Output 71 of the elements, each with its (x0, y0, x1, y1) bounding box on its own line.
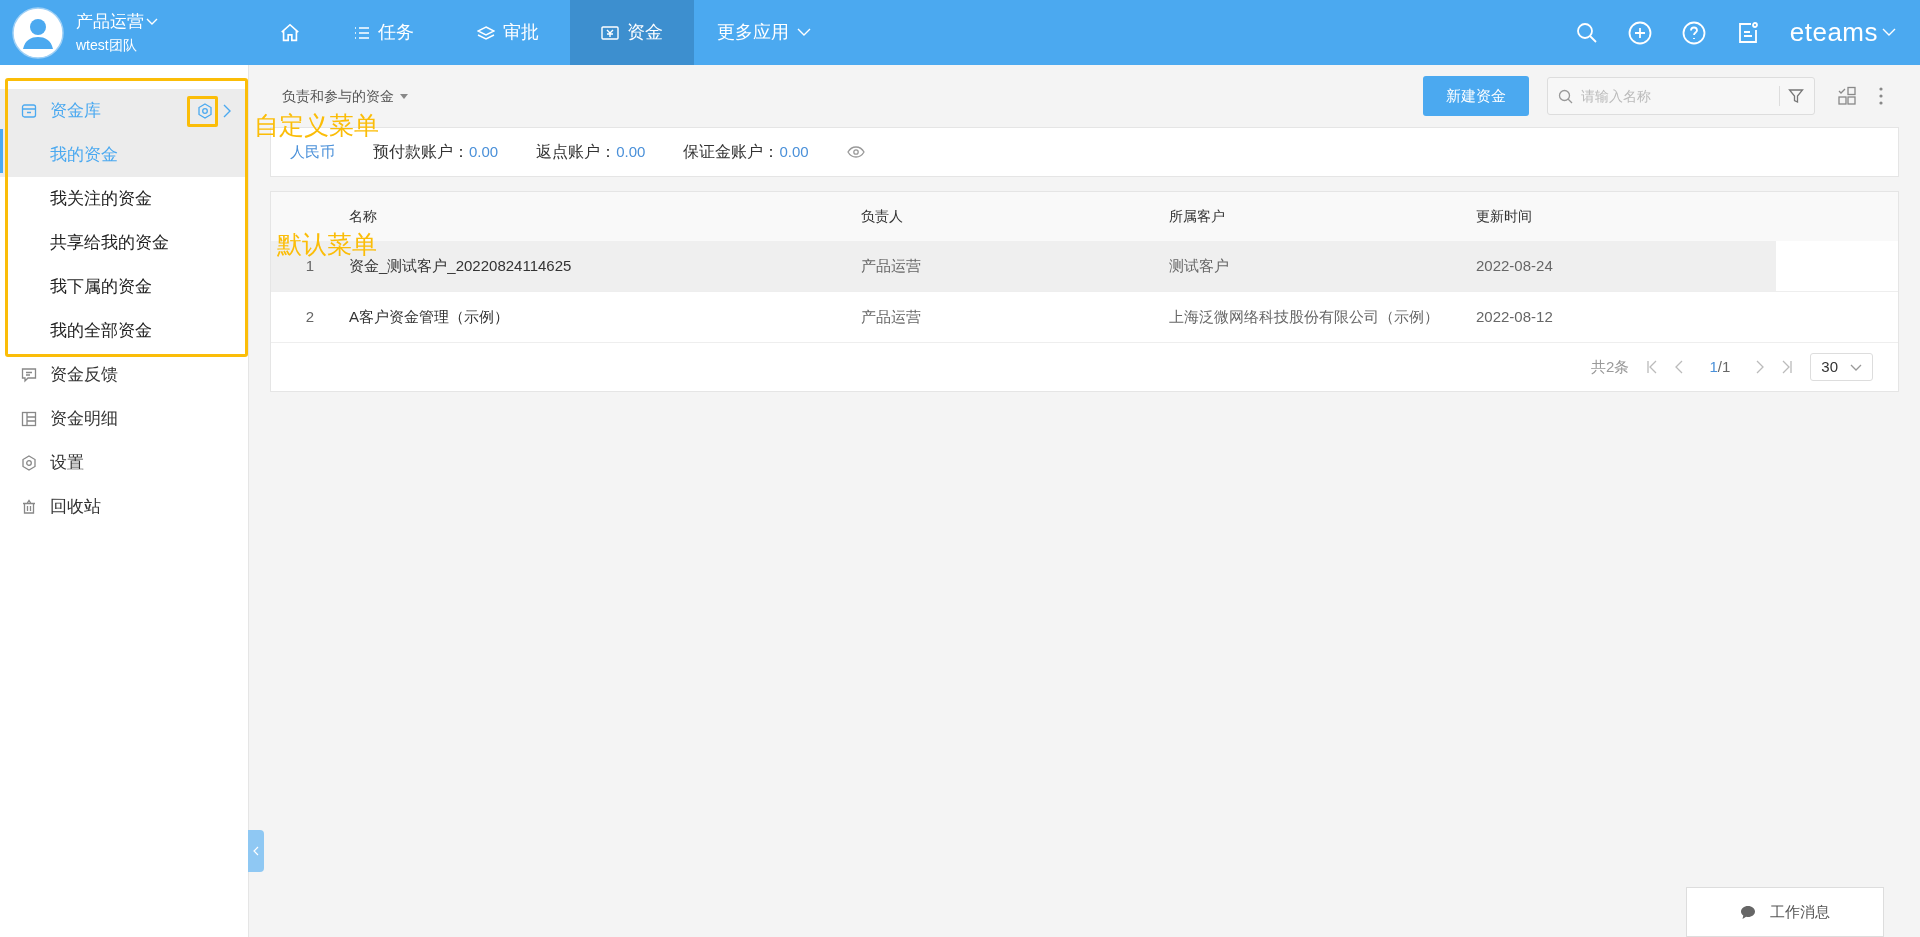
table-cell[interactable]: 资金_测试客户_20220824114625 (349, 256, 572, 274)
column-header: 所属客户 (1169, 208, 1225, 224)
row-number: 2 (305, 307, 315, 325)
account-label: 预付款账户： (373, 142, 469, 162)
sidebar-subitem[interactable]: 我关注的资金 (0, 177, 248, 221)
chevron-right-icon[interactable] (1756, 360, 1765, 374)
sidebar-subitem[interactable]: 我的全部资金 (0, 309, 248, 353)
layers-icon (477, 24, 495, 41)
search-field[interactable]: 请输入名称 (1581, 85, 1771, 107)
filter-dropdown[interactable]: 负责和参与的资金 (270, 85, 408, 107)
page-indicator: 1/1 (1708, 356, 1732, 377)
more-icon[interactable] (1879, 87, 1883, 105)
layout-icon[interactable] (1837, 86, 1857, 106)
last-page-icon[interactable] (1782, 360, 1793, 374)
chat-bubble-icon (1740, 904, 1756, 920)
account-value: 0.00 (616, 141, 646, 162)
total-count: 共2条 (1591, 356, 1630, 377)
column-header: 名称 (349, 208, 377, 224)
settings-icon (21, 455, 37, 471)
chevron-left-icon[interactable] (1675, 360, 1684, 374)
money-icon (601, 24, 619, 41)
table-cell[interactable]: A客户资金管理（示例） (349, 307, 509, 325)
sidebar-item[interactable]: 回收站 (0, 485, 248, 529)
filter-icon[interactable] (1788, 88, 1804, 104)
sidebar-item[interactable]: 设置 (0, 441, 248, 485)
settings-icon[interactable] (196, 102, 214, 120)
chevron-down-icon (146, 18, 158, 26)
table-cell: 产品运营 (861, 307, 921, 325)
table-cell: 上海泛微网络科技股份有限公司（示例） (1169, 307, 1439, 325)
column-header: 负责人 (861, 208, 903, 224)
table-cell: 2022-08-12 (1476, 307, 1553, 325)
chevron-down-icon (1850, 363, 1862, 371)
sidebar-subitem[interactable]: 共享给我的资金 (0, 221, 248, 265)
first-page-icon[interactable] (1647, 360, 1658, 374)
table-cell: 产品运营 (861, 256, 921, 274)
list-icon (354, 24, 370, 41)
account-label: 返点账户： (536, 142, 617, 162)
currency-tab[interactable]: 人民币 (290, 140, 335, 164)
team-name: wtest团队 (76, 35, 138, 55)
table-cell: 2022-08-24 (1476, 256, 1553, 274)
selection-indicator (0, 129, 3, 173)
add-icon[interactable] (1627, 20, 1652, 45)
chevron-down-icon (1882, 28, 1896, 37)
row-number: 1 (305, 256, 315, 274)
search-bar[interactable]: 请输入名称 (1547, 77, 1815, 115)
chevron-right-icon[interactable] (223, 104, 232, 118)
annotation-label: 自定义菜单 (254, 111, 379, 139)
collapse-handle[interactable] (248, 830, 264, 872)
caret-down-icon (400, 93, 408, 99)
trash-icon (21, 499, 37, 515)
home-icon (279, 21, 301, 44)
help-icon[interactable] (1681, 20, 1706, 45)
column-header: 更新时间 (1476, 208, 1532, 224)
search-icon[interactable] (1575, 21, 1598, 44)
sidebar-subitem[interactable]: 我下属的资金 (0, 265, 248, 309)
account-label: 保证金账户： (683, 142, 780, 162)
eye-icon[interactable] (846, 146, 865, 158)
chevron-left-icon (253, 846, 259, 856)
avatar-icon[interactable] (12, 6, 64, 59)
chevron-down-icon (797, 28, 811, 37)
table-icon (21, 411, 37, 427)
work-messages-button[interactable]: 工作消息 (1686, 887, 1884, 937)
sidebar-item[interactable]: 资金明细 (0, 397, 248, 441)
table-cell: 测试客户 (1169, 256, 1229, 274)
search-icon (1558, 88, 1573, 104)
account-value: 0.00 (779, 141, 809, 162)
comment-icon (21, 367, 37, 383)
page-size-select[interactable]: 30 (1810, 353, 1873, 381)
account-value: 0.00 (469, 141, 499, 162)
sidebar-item[interactable]: 资金反馈 (0, 353, 248, 397)
archive-icon (21, 103, 37, 119)
